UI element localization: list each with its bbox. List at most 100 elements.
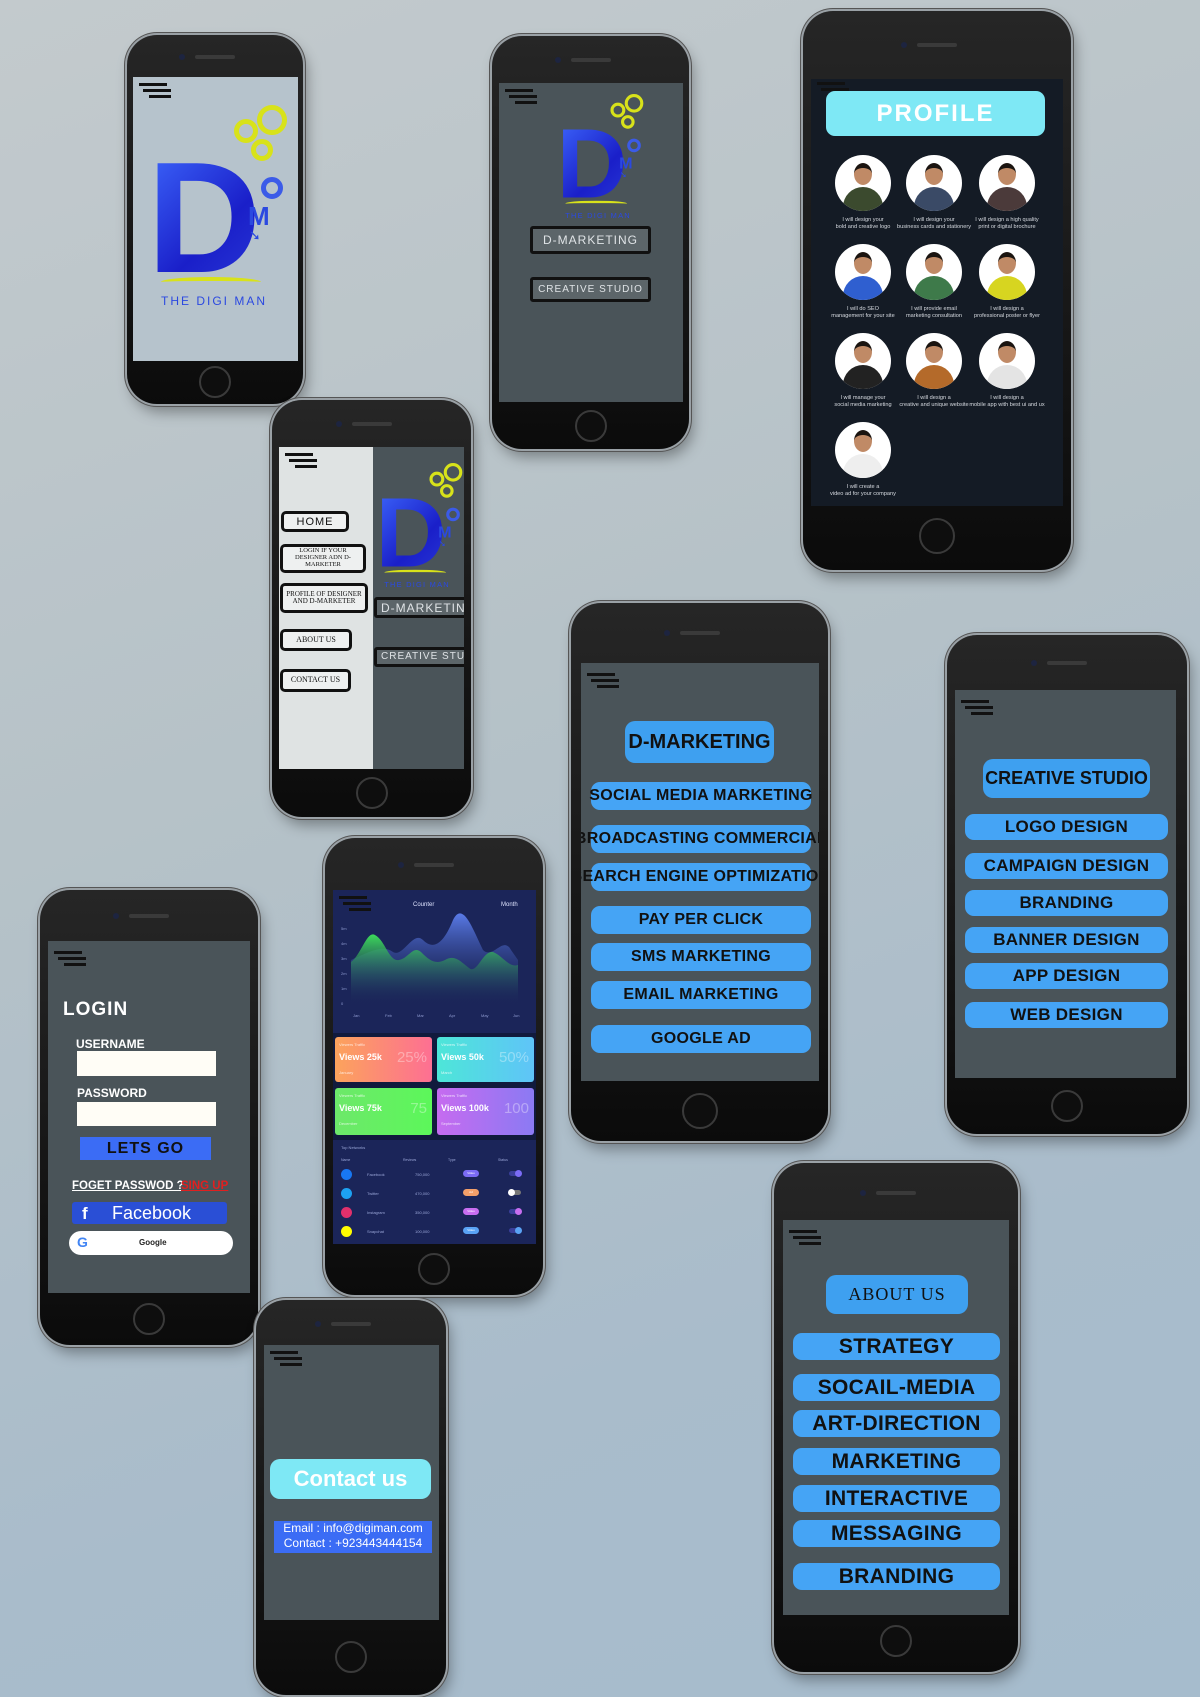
profile-card[interactable]: I will design your bold and creative logo [823, 155, 903, 231]
menu-item-login[interactable]: LOGIN IF YOUR DESIGNER ADN D-MARKETER [280, 544, 366, 573]
google-login-button[interactable]: G Google [69, 1231, 233, 1255]
status-toggle[interactable] [509, 1207, 522, 1215]
caption-line: bold and creative logo [835, 224, 891, 230]
list-item[interactable]: SOCIAL MEDIA MARKETING [589, 782, 812, 810]
camera [860, 1190, 866, 1196]
hamburger-menu-icon[interactable] [285, 453, 317, 469]
list-item[interactable]: BRANDING [793, 1563, 1000, 1590]
home-button[interactable] [335, 1641, 367, 1673]
list-item[interactable]: EMAIL MARKETING [591, 981, 811, 1009]
home-button[interactable] [355, 777, 388, 809]
speaker [331, 1322, 371, 1326]
network-name: Instagram [367, 1210, 385, 1215]
profile-card[interactable]: I will design a professional poster or fl… [967, 244, 1047, 320]
profile-screen: PROFILE I will design your bold and creat… [811, 79, 1063, 506]
snapchat-icon [341, 1226, 352, 1237]
traffic-card[interactable]: Viewers Traffic Views 75k December 75 [335, 1088, 432, 1135]
profile-title: PROFILE [826, 91, 1045, 136]
home-button[interactable] [574, 410, 607, 442]
profile-card[interactable]: I will design a high quality print or dig… [967, 155, 1047, 231]
password-input[interactable] [77, 1102, 216, 1126]
username-input[interactable] [77, 1051, 216, 1076]
camera [113, 913, 119, 919]
d-marketing-button[interactable]: D-MARKETING [530, 226, 651, 254]
profile-card[interactable]: I will design a mobile app with best ui a… [967, 333, 1047, 409]
home-button[interactable] [919, 518, 955, 554]
d-marketing-button[interactable]: D-MARKETING [374, 597, 464, 618]
card-month: January [339, 1070, 354, 1075]
hamburger-menu-icon[interactable] [139, 83, 171, 99]
list-item[interactable]: BROADCASTING COMMERCIAL [581, 825, 819, 853]
hamburger-menu-icon[interactable] [789, 1230, 821, 1246]
hamburger-menu-icon[interactable] [587, 673, 619, 689]
sign-up-link[interactable]: SING UP [181, 1180, 228, 1192]
home-button[interactable] [199, 366, 231, 398]
list-item[interactable]: SEARCH ENGINE OPTIMIZATION [581, 863, 819, 891]
profile-card[interactable]: I will design a creative and unique websi… [894, 333, 974, 409]
hamburger-menu-icon[interactable] [505, 89, 537, 105]
home-button[interactable] [133, 1303, 165, 1335]
forgot-password-link[interactable]: FOGET PASSWOD ? [72, 1180, 184, 1192]
hamburger-menu-icon[interactable] [961, 700, 993, 716]
list-item[interactable]: GOOGLE AD [591, 1025, 811, 1053]
menu-item-home[interactable]: HOME [281, 511, 349, 532]
list-item[interactable]: INTERACTIVE [793, 1485, 1000, 1512]
network-name: Facebook [367, 1172, 385, 1177]
profile-card[interactable]: I will manage your social media marketing [823, 333, 903, 409]
dashboard-screen: Counter Month 5m 4m 3m 2m 1m 0 Jan Feb Mar Apr Ma… [333, 890, 536, 1244]
list-item[interactable]: BRANDING [965, 890, 1168, 916]
status-toggle[interactable] [509, 1169, 522, 1177]
status-toggle[interactable] [508, 1188, 521, 1196]
creative-studio-button[interactable]: CREATIVE STUDIO [374, 647, 464, 667]
list-item[interactable]: MARKETING [793, 1448, 1000, 1475]
table-row[interactable]: Twitter 470,000 Ad [333, 1185, 536, 1203]
list-item[interactable]: BANNER DESIGN [965, 927, 1168, 953]
list-item[interactable]: PAY PER CLICK [591, 906, 811, 934]
profile-card[interactable]: I will provide email marketing consultati… [894, 244, 974, 320]
contact-email[interactable]: Email : info@digiman.com [274, 1521, 432, 1536]
camera [663, 630, 670, 636]
speaker [414, 863, 454, 867]
table-row[interactable]: Instagram 350,000 Video [333, 1204, 536, 1222]
facebook-login-button[interactable]: f Facebook [72, 1202, 227, 1224]
list-item[interactable]: ART-DIRECTION [793, 1410, 1000, 1437]
caption-line: I will provide email [911, 306, 957, 312]
home-button[interactable] [681, 1093, 718, 1129]
traffic-card[interactable]: Viewers Traffic Views 100k September 100 [437, 1088, 534, 1135]
profile-caption: I will design your bold and creative logo [823, 217, 903, 231]
profile-caption: I will design a mobile app with best ui a… [967, 395, 1047, 409]
list-item[interactable]: STRATEGY [793, 1333, 1000, 1360]
profile-card[interactable]: I will do SEO management for your site [823, 244, 903, 320]
list-item[interactable]: CAMPAIGN DESIGN [965, 853, 1168, 879]
traffic-card[interactable]: Viewers Traffic Views 25k January 25% [335, 1037, 432, 1082]
creative-studio-button[interactable]: CREATIVE STUDIO [530, 277, 651, 302]
card-percent: 75 [410, 1100, 427, 1117]
speaker [129, 914, 169, 918]
list-item[interactable]: SMS MARKETING [591, 943, 811, 971]
contact-phone[interactable]: Contact : +923443444154 [274, 1536, 432, 1551]
home-button[interactable] [418, 1253, 450, 1285]
hamburger-menu-icon[interactable] [270, 1351, 302, 1367]
list-item[interactable]: WEB DESIGN [965, 1002, 1168, 1028]
menu-item-about-us[interactable]: ABOUT US [280, 629, 352, 651]
status-toggle[interactable] [509, 1226, 522, 1234]
home-button[interactable] [1051, 1090, 1083, 1122]
contact-info: Email : info@digiman.com Contact : +9234… [274, 1521, 432, 1553]
home-button[interactable] [880, 1625, 912, 1657]
camera [901, 42, 907, 48]
hamburger-menu-icon[interactable] [54, 951, 86, 967]
list-item[interactable]: LOGO DESIGN [965, 814, 1168, 840]
list-item[interactable]: SOCAIL-MEDIA [793, 1374, 1000, 1401]
profile-card[interactable]: I will create a video ad for your company [823, 422, 903, 498]
profile-card[interactable]: I will design your business cards and sta… [894, 155, 974, 231]
list-item[interactable]: MESSAGING [793, 1520, 1000, 1547]
menu-item-contact-us[interactable]: CONTACT US [280, 669, 351, 692]
traffic-card[interactable]: Viewers Traffic Views 50k March 50% [437, 1037, 534, 1082]
contact-screen: Contact us Email : info@digiman.com Cont… [264, 1345, 439, 1620]
lets-go-button[interactable]: LETS GO [80, 1137, 211, 1160]
list-item[interactable]: APP DESIGN [965, 963, 1168, 989]
menu-item-profile[interactable]: PROFILE OF DESIGNER AND D-MARKETER [280, 583, 368, 613]
digiman-logo: D M ➘ THE DIGI MAN [376, 463, 463, 590]
table-row[interactable]: Facebook 750,000 Video [333, 1166, 536, 1184]
table-row[interactable]: Snapchat 100,000 Video [333, 1223, 536, 1241]
